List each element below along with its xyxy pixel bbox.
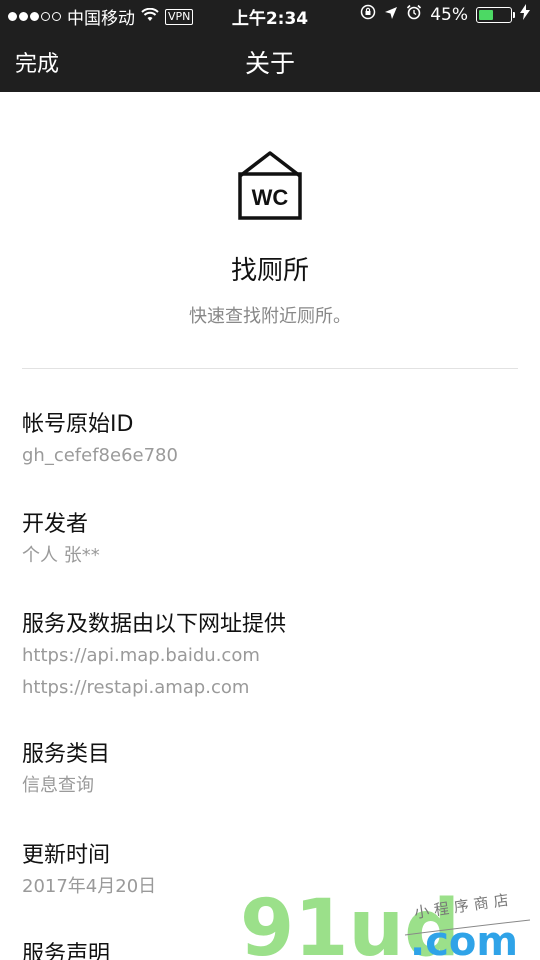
app-name: 找厕所 xyxy=(230,256,309,286)
divider xyxy=(22,368,518,369)
service-url-item: https://api.map.baidu.com xyxy=(22,645,260,666)
battery-level-fill xyxy=(479,9,493,20)
developer-value: 个人 张** xyxy=(22,545,100,566)
alarm-icon xyxy=(406,4,422,25)
watermark-logo: 91ud .com 小程序商店 xyxy=(240,880,540,960)
toilet-sign-icon: WC xyxy=(238,150,302,222)
top-bar: 中国移动 VPN 上午2:34 45% 完成 关于 xyxy=(0,0,540,92)
category-title: 服务类目 xyxy=(22,742,111,767)
account-id-value: gh_cefef8e6e780 xyxy=(22,445,178,466)
battery-icon xyxy=(476,6,515,23)
developer-title: 开发者 xyxy=(22,512,89,537)
about-screen: 中国移动 VPN 上午2:34 45% 完成 关于 WC 找厕所 快速查找附近厕… xyxy=(0,0,540,960)
account-id-title: 帐号原始ID xyxy=(22,412,134,437)
category-value: 信息查询 xyxy=(22,775,94,796)
service-url-item: https://restapi.amap.com xyxy=(22,677,250,698)
service-urls-section: 服务及数据由以下网址提供 https://api.map.baidu.com h… xyxy=(22,610,518,704)
category-section: 服务类目 信息查询 xyxy=(22,740,518,802)
charging-icon xyxy=(520,4,530,25)
navigation-bar: 完成 关于 xyxy=(0,30,540,92)
location-icon xyxy=(384,5,398,25)
service-urls-title: 服务及数据由以下网址提供 xyxy=(22,612,287,637)
rotation-lock-icon xyxy=(360,4,376,25)
status-right: 45% xyxy=(360,4,530,25)
update-time-title: 更新时间 xyxy=(22,843,111,868)
developer-section: 开发者 个人 张** xyxy=(22,510,518,572)
app-description: 快速查找附近厕所。 xyxy=(189,306,351,327)
watermark-domain: .com xyxy=(410,919,518,960)
account-id-section: 帐号原始ID gh_cefef8e6e780 xyxy=(22,410,518,472)
icon-wc-label: WC xyxy=(252,185,289,210)
status-bar: 中国移动 VPN 上午2:34 45% xyxy=(0,0,540,30)
battery-percent: 45% xyxy=(430,4,468,25)
page-title: 关于 xyxy=(244,49,295,78)
